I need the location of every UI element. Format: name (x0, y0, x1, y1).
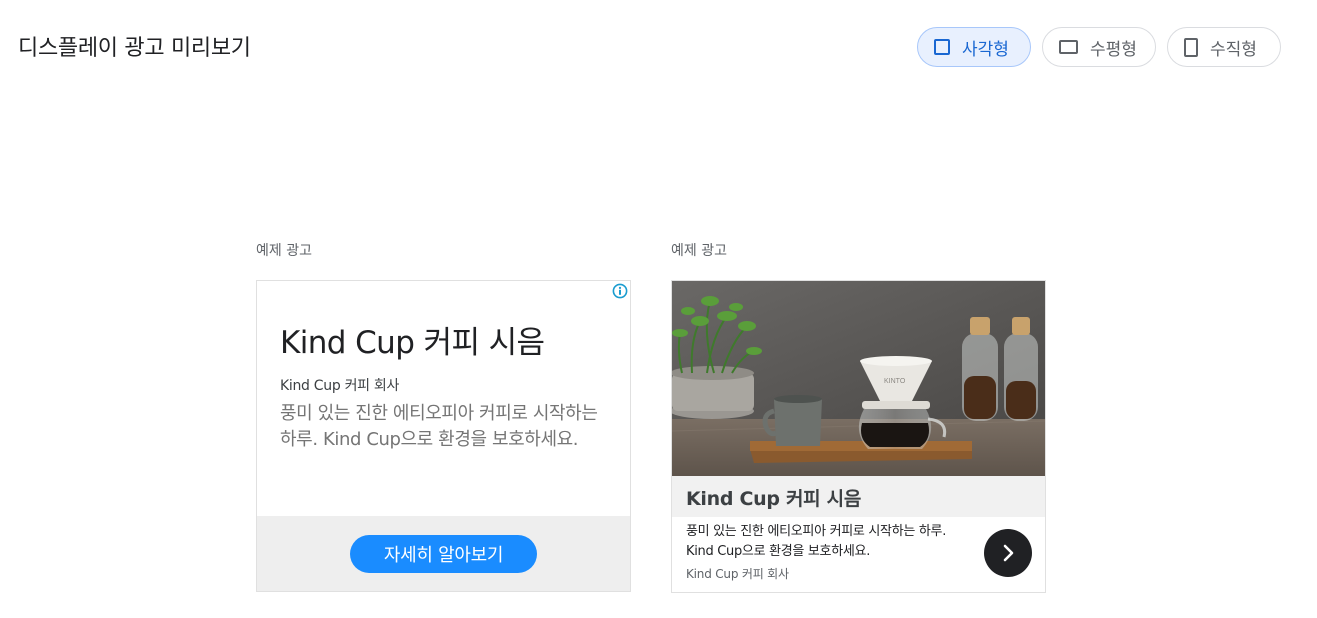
format-square-button[interactable]: 사각형 (917, 27, 1031, 67)
svg-text:KINTO: KINTO (884, 378, 906, 385)
ad-format-switch: 사각형 수평형 수직형 (917, 27, 1281, 67)
portrait-rectangle-icon (1184, 37, 1198, 57)
chevron-right-icon (1003, 544, 1014, 562)
format-landscape-button[interactable]: 수평형 (1042, 27, 1156, 67)
learn-more-button[interactable]: 자세히 알아보기 (350, 535, 537, 573)
ad-headline: Kind Cup 커피 시음 (686, 488, 861, 510)
ad-description: 풍미 있는 진한 에티오피아 커피로 시작하는 하루. Kind Cup으로 환… (280, 403, 598, 450)
next-arrow-button[interactable] (984, 529, 1032, 577)
ad-2-label: 예제 광고 (671, 243, 727, 259)
coffee-pour-over-photo: KINTO (672, 281, 1045, 476)
page-title: 디스플레이 광고 미리보기 (18, 36, 251, 61)
sample-ad-text[interactable]: Kind Cup 커피 시음 Kind Cup 커피 회사 풍미 있는 진한 에… (256, 280, 631, 592)
square-icon (934, 39, 950, 55)
headline-band: Kind Cup 커피 시음 (672, 476, 1045, 517)
format-square-label: 사각형 (962, 39, 1009, 60)
ad-advertiser: Kind Cup 커피 회사 (280, 378, 400, 394)
format-landscape-label: 수평형 (1090, 39, 1137, 60)
landscape-rectangle-icon (1059, 40, 1078, 54)
info-icon[interactable] (612, 283, 628, 299)
ad-1-label: 예제 광고 (256, 243, 312, 259)
format-portrait-label: 수직형 (1210, 39, 1257, 60)
ad-advertiser: Kind Cup 커피 회사 (686, 567, 789, 581)
cta-band: 자세히 알아보기 (257, 516, 630, 591)
ad-description: 풍미 있는 진한 에티오피아 커피로 시작하는 하루. Kind Cup으로 환… (686, 524, 947, 559)
sample-ad-image[interactable]: KINTO Kind Cup 커피 시음 풍미 있는 진한 에티오피아 커피로 … (671, 280, 1046, 593)
ad-preview-page: 디스플레이 광고 미리보기 사각형 수평형 수직형 예제 광고 Kind Cup… (0, 0, 1317, 618)
format-portrait-button[interactable]: 수직형 (1167, 27, 1281, 67)
ad-headline: Kind Cup 커피 시음 (280, 325, 545, 361)
